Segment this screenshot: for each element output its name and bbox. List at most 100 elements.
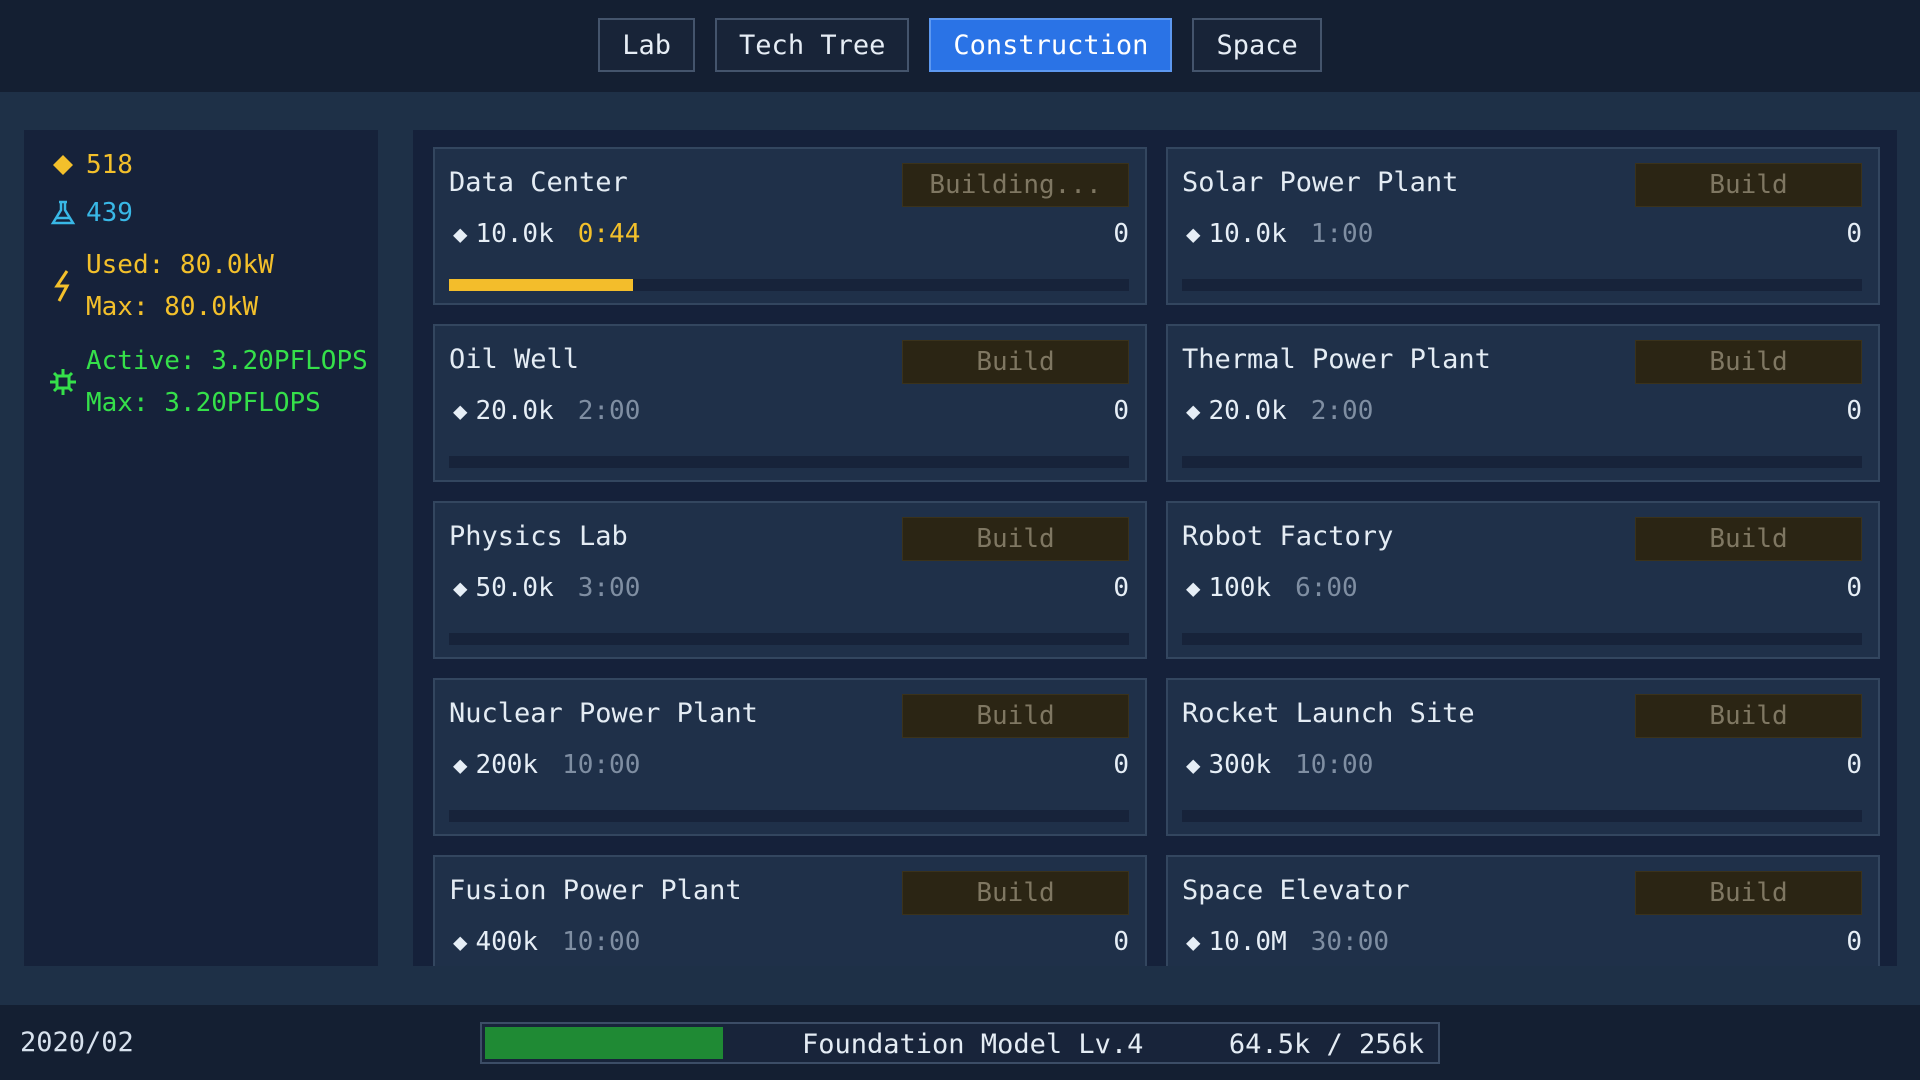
- building-name: Oil Well: [449, 344, 580, 375]
- building-cost-row: ◆ 50.0k 3:00: [453, 573, 640, 603]
- tab-lab[interactable]: Lab: [598, 18, 696, 72]
- building-cost: 10.0k: [1208, 219, 1287, 249]
- build-time: 10:00: [562, 927, 641, 957]
- cost-diamond-icon: ◆: [453, 397, 468, 425]
- power-max: Max: 80.0kW: [86, 292, 259, 322]
- building-card: Rocket Launch Site Build ◆ 300k 10:00 0: [1166, 678, 1880, 836]
- build-progress-bar: [449, 810, 1129, 822]
- build-progress-fill: [449, 279, 633, 291]
- building-count: 0: [1113, 573, 1129, 603]
- building-card: Data Center Building... ◆ 10.0k 0:44 0: [433, 147, 1147, 305]
- building-cost-row: ◆ 10.0k 1:00: [1186, 219, 1373, 249]
- bottom-bar: 2020/02 Foundation Model Lv.4 64.5k / 25…: [0, 1005, 1920, 1080]
- building-cost: 10.0M: [1208, 927, 1287, 957]
- tab-bar: Lab Tech Tree Construction Space: [598, 18, 1322, 72]
- build-button[interactable]: Build: [902, 340, 1129, 384]
- building-name: Rocket Launch Site: [1182, 698, 1475, 729]
- build-progress-bar: [1182, 279, 1862, 291]
- building-cost: 300k: [1208, 750, 1272, 780]
- build-button[interactable]: Build: [1635, 517, 1862, 561]
- lightning-icon: [48, 269, 78, 303]
- cost-diamond-icon: ◆: [453, 928, 468, 956]
- build-progress-bar: [1182, 456, 1862, 468]
- building-cost: 50.0k: [475, 573, 554, 603]
- building-name: Fusion Power Plant: [449, 875, 742, 906]
- building-cost: 100k: [1208, 573, 1272, 603]
- build-progress-bar: [449, 633, 1129, 645]
- model-progress-fill: [485, 1027, 723, 1059]
- building-count: 0: [1113, 219, 1129, 249]
- science-value: 439: [86, 198, 133, 228]
- building-name: Physics Lab: [449, 521, 628, 552]
- building-count: 0: [1846, 750, 1862, 780]
- cost-diamond-icon: ◆: [1186, 751, 1201, 779]
- build-progress-bar: [449, 279, 1129, 291]
- model-name: Foundation Model Lv.4: [802, 1029, 1144, 1060]
- compute-max: Max: 3.20PFLOPS: [86, 388, 321, 418]
- build-button[interactable]: Build: [1635, 871, 1862, 915]
- compute-stat: Active: 3.20PFLOPS Max: 3.20PFLOPS: [48, 340, 368, 424]
- power-used: Used: 80.0kW: [86, 250, 274, 280]
- building-count: 0: [1113, 927, 1129, 957]
- build-button[interactable]: Build: [902, 871, 1129, 915]
- build-time: 2:00: [1310, 396, 1374, 426]
- build-button[interactable]: Build: [1635, 340, 1862, 384]
- cost-diamond-icon: ◆: [453, 574, 468, 602]
- building-count: 0: [1846, 219, 1862, 249]
- building-count: 0: [1113, 396, 1129, 426]
- tab-construction[interactable]: Construction: [929, 18, 1173, 72]
- building-count: 0: [1846, 573, 1862, 603]
- model-progress-bar: Foundation Model Lv.4 64.5k / 256k: [480, 1022, 1440, 1064]
- building-card: Oil Well Build ◆ 20.0k 2:00 0: [433, 324, 1147, 482]
- model-progress-text: 64.5k / 256k: [1228, 1029, 1424, 1060]
- building-cost-row: ◆ 200k 10:00: [453, 750, 640, 780]
- tab-tech-tree[interactable]: Tech Tree: [715, 18, 910, 72]
- building-card: Nuclear Power Plant Build ◆ 200k 10:00 0: [433, 678, 1147, 836]
- build-button[interactable]: Build: [1635, 163, 1862, 207]
- building-cost-row: ◆ 20.0k 2:00: [453, 396, 640, 426]
- compute-active: Active: 3.20PFLOPS: [86, 346, 368, 376]
- build-time: 10:00: [1295, 750, 1374, 780]
- building-cost-row: ◆ 20.0k 2:00: [1186, 396, 1373, 426]
- build-button[interactable]: Build: [1635, 694, 1862, 738]
- build-button[interactable]: Build: [902, 517, 1129, 561]
- building-count: 0: [1113, 750, 1129, 780]
- building-count: 0: [1846, 396, 1862, 426]
- building-name: Robot Factory: [1182, 521, 1394, 552]
- building-count: 0: [1846, 927, 1862, 957]
- building-cost: 10.0k: [475, 219, 554, 249]
- building-card: Space Elevator Build ◆ 10.0M 30:00 0: [1166, 855, 1880, 966]
- top-bar: Lab Tech Tree Construction Space: [0, 0, 1920, 92]
- building-cost-row: ◆ 300k 10:00: [1186, 750, 1373, 780]
- build-progress-bar: [1182, 633, 1862, 645]
- build-time: 2:00: [577, 396, 641, 426]
- flask-icon: [48, 199, 78, 227]
- building-cost: 20.0k: [1208, 396, 1287, 426]
- building-cost-row: ◆ 100k 6:00: [1186, 573, 1358, 603]
- gold-diamond-icon: [48, 154, 78, 176]
- gold-stat: 518: [48, 150, 133, 180]
- build-time: 10:00: [562, 750, 641, 780]
- build-time: 0:44: [577, 219, 641, 249]
- build-time: 6:00: [1295, 573, 1358, 603]
- building-cost: 200k: [475, 750, 539, 780]
- science-stat: 439: [48, 198, 133, 228]
- cost-diamond-icon: ◆: [1186, 574, 1201, 602]
- game-date: 2020/02: [20, 1027, 134, 1058]
- cost-diamond-icon: ◆: [453, 220, 468, 248]
- building-card: Robot Factory Build ◆ 100k 6:00 0: [1166, 501, 1880, 659]
- building-name: Nuclear Power Plant: [449, 698, 758, 729]
- build-button[interactable]: Building...: [902, 163, 1129, 207]
- build-time: 1:00: [1310, 219, 1374, 249]
- build-time: 30:00: [1310, 927, 1390, 957]
- building-cost: 400k: [475, 927, 539, 957]
- gold-value: 518: [86, 150, 133, 180]
- cost-diamond-icon: ◆: [1186, 397, 1201, 425]
- building-name: Solar Power Plant: [1182, 167, 1459, 198]
- building-card: Thermal Power Plant Build ◆ 20.0k 2:00 0: [1166, 324, 1880, 482]
- build-button[interactable]: Build: [902, 694, 1129, 738]
- game-screen: Lab Tech Tree Construction Space 518 439: [0, 0, 1920, 1080]
- building-card: Physics Lab Build ◆ 50.0k 3:00 0: [433, 501, 1147, 659]
- tab-space[interactable]: Space: [1192, 18, 1322, 72]
- construction-panel: Data Center Building... ◆ 10.0k 0:44 0 Solar P…: [413, 130, 1897, 966]
